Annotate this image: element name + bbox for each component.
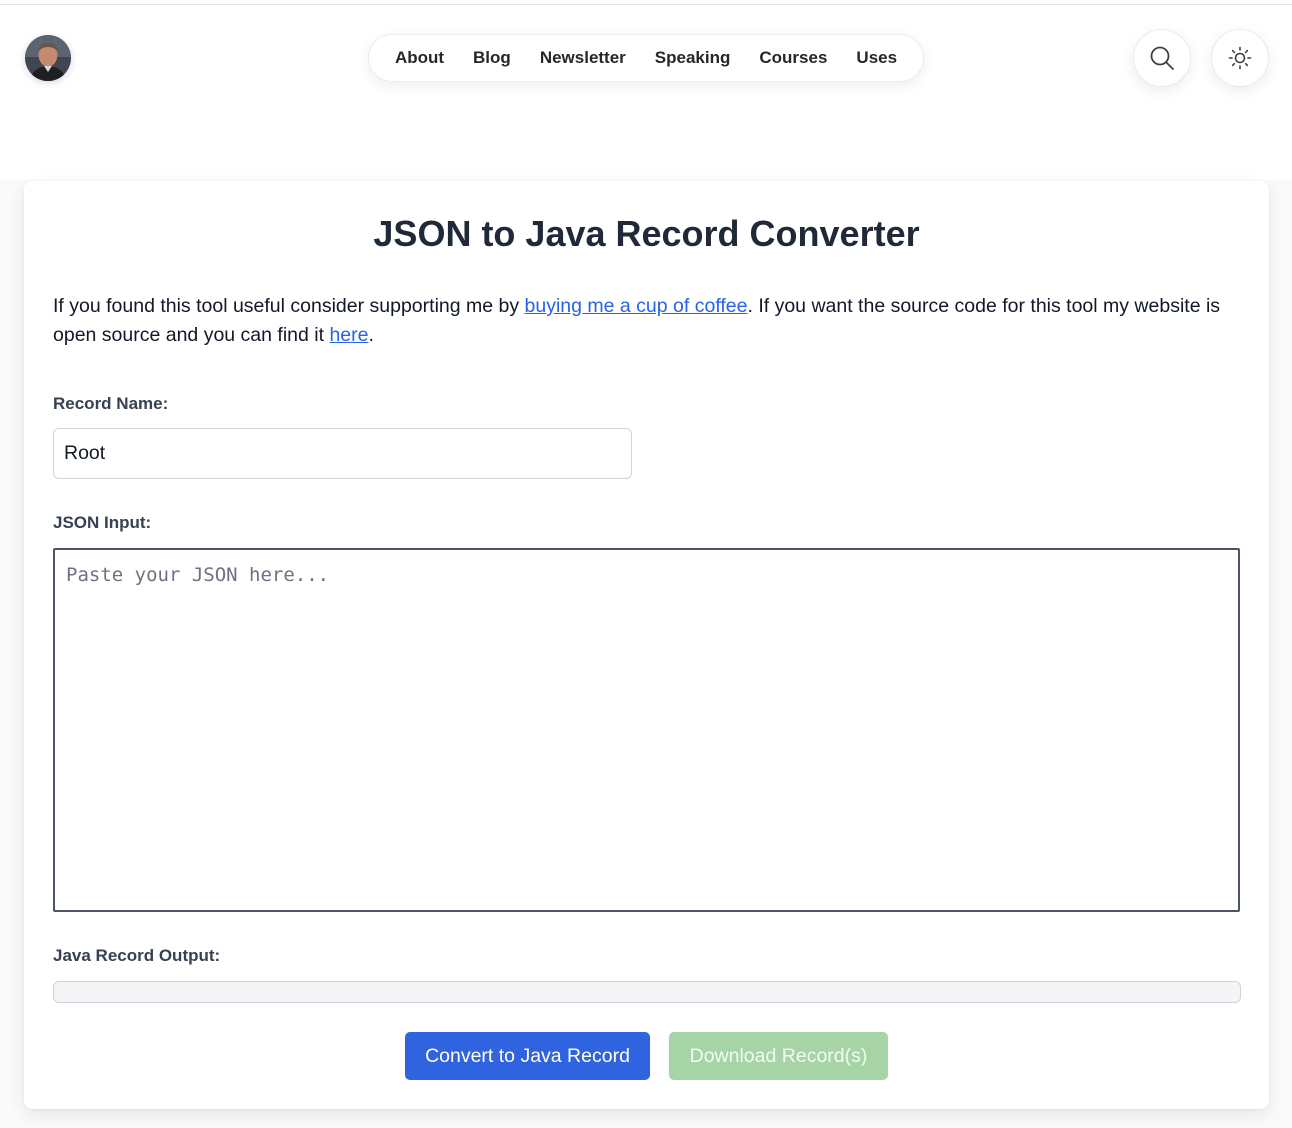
header <box>0 5 1292 180</box>
search-icon <box>1150 46 1174 70</box>
nav-item-courses[interactable]: Courses <box>759 48 827 68</box>
nav-item-blog[interactable]: Blog <box>473 48 511 68</box>
nav-item-about[interactable]: About <box>395 48 444 68</box>
intro-text-before: If you found this tool useful consider s… <box>53 295 525 317</box>
nav-item-uses[interactable]: Uses <box>856 48 897 68</box>
search-button[interactable] <box>1133 29 1191 87</box>
converter-card: JSON to Java Record Converter If you fou… <box>24 181 1269 1109</box>
java-record-output[interactable] <box>53 981 1241 1003</box>
theme-toggle-button[interactable] <box>1211 29 1269 87</box>
record-name-input[interactable] <box>53 428 632 479</box>
coffee-link[interactable]: buying me a cup of coffee <box>525 295 748 317</box>
download-button[interactable]: Download Record(s) <box>669 1032 888 1080</box>
record-name-label: Record Name: <box>53 394 169 413</box>
json-input-textarea[interactable] <box>53 548 1240 912</box>
sun-icon <box>1228 46 1252 70</box>
output-label: Java Record Output: <box>53 946 221 965</box>
source-code-link[interactable]: here <box>329 324 368 346</box>
convert-button[interactable]: Convert to Java Record <box>405 1032 650 1080</box>
page-title: JSON to Java Record Converter <box>373 213 920 254</box>
intro-text: If you found this tool useful consider s… <box>53 292 1243 350</box>
avatar-image <box>25 35 71 81</box>
json-input-label: JSON Input: <box>53 513 152 532</box>
nav-item-newsletter[interactable]: Newsletter <box>540 48 626 68</box>
page: About Blog Newsletter Speaking Courses U… <box>0 0 1292 1128</box>
intro-text-after: . <box>368 324 374 346</box>
nav-item-speaking[interactable]: Speaking <box>655 48 731 68</box>
avatar[interactable] <box>25 35 71 81</box>
main-nav: About Blog Newsletter Speaking Courses U… <box>368 34 924 82</box>
